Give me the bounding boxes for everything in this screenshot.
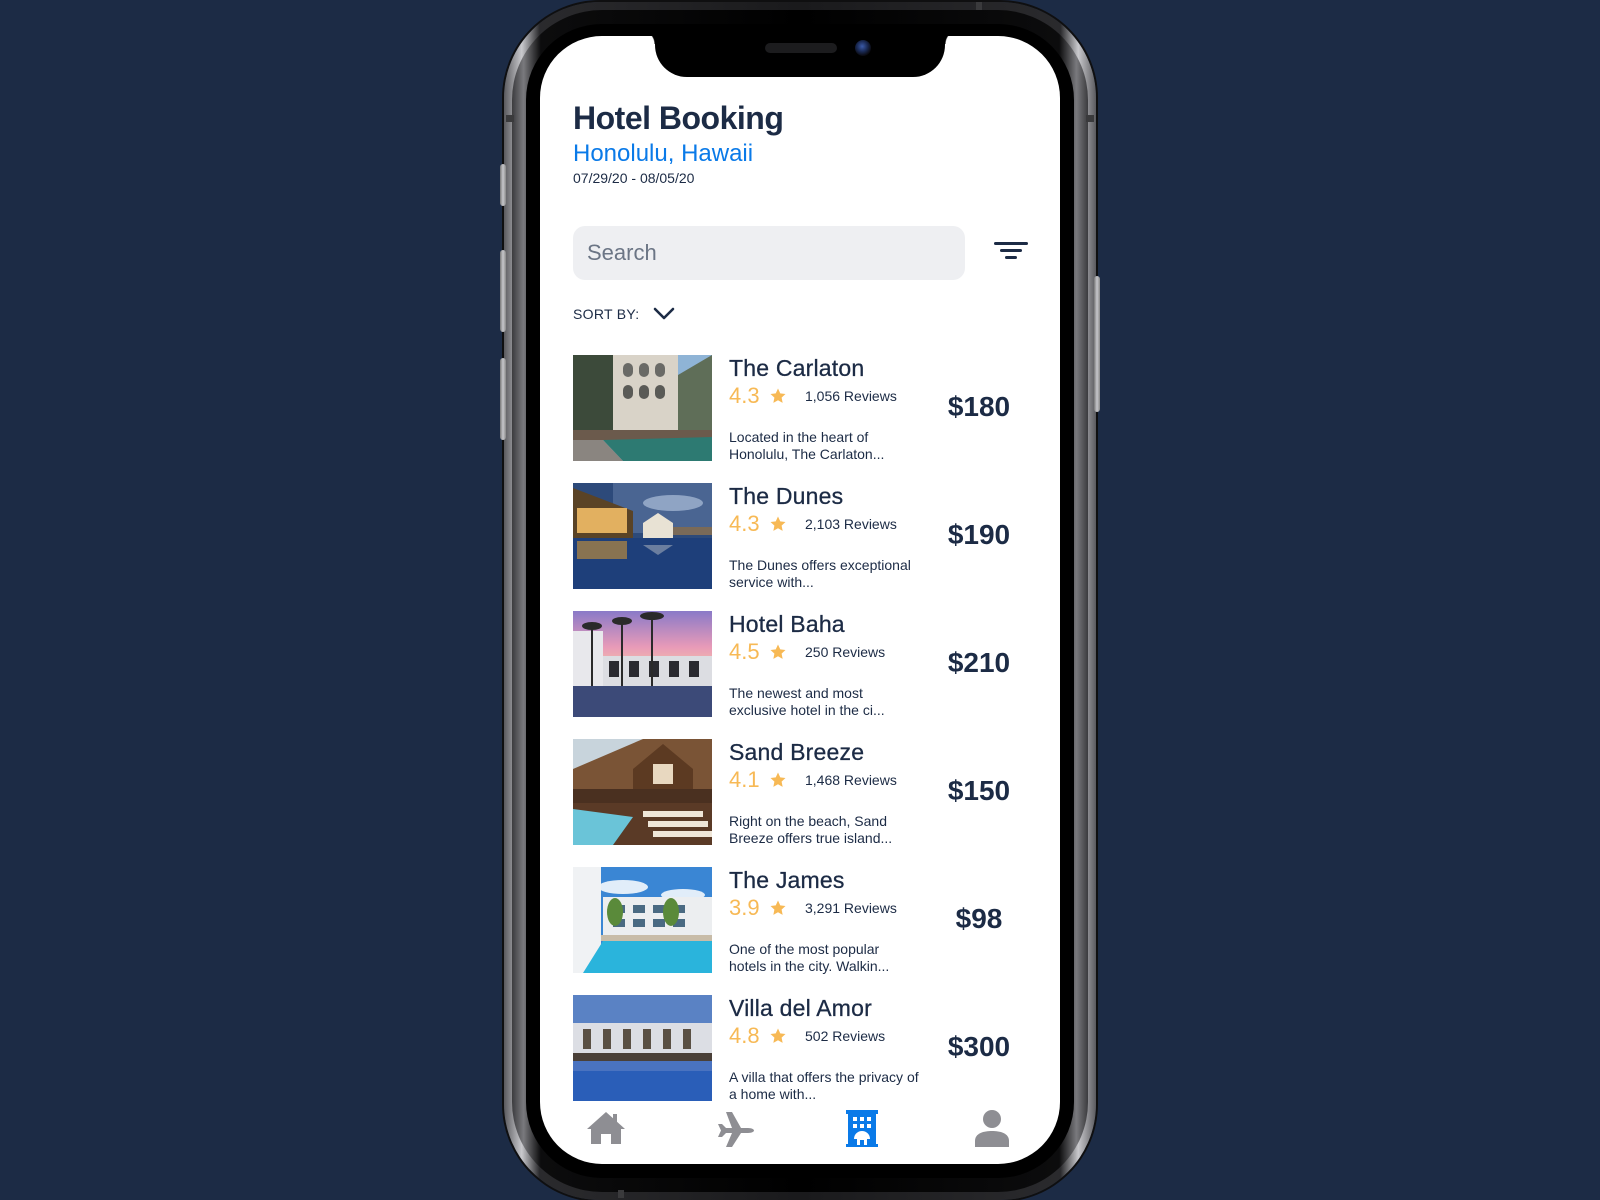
hotel-description: The Dunes offers exceptional service wit… [729, 557, 911, 590]
star-icon [770, 388, 786, 403]
hotel-rating: 4.3 [729, 511, 760, 536]
tab-hotels[interactable] [840, 1108, 884, 1148]
hotel-price: $98 [955, 903, 1003, 934]
user-icon [975, 1110, 1009, 1147]
search-input[interactable] [573, 226, 965, 280]
hotel-photo [573, 739, 712, 845]
star-icon [770, 900, 786, 915]
hotel-name: Villa del Amor [729, 995, 873, 1021]
date-range[interactable]: 07/29/20 - 08/05/20 [573, 170, 694, 186]
review-count[interactable]: 1,468 Reviews [805, 772, 897, 788]
filter-icon [1000, 249, 1022, 252]
front-camera [855, 40, 871, 56]
chevron-down-icon [654, 307, 675, 320]
speaker-grille [765, 43, 837, 53]
hotel-list-item[interactable]: Sand Breeze 4.1 1,468 Reviews Right on t… [573, 739, 1033, 867]
home-icon [587, 1112, 625, 1144]
hotel-price: $300 [947, 1031, 1011, 1062]
stage: Hotel Booking Honolulu, Hawaii 07/29/20 … [0, 0, 1600, 1200]
hotel-photo [573, 611, 712, 717]
volume-down-button [500, 358, 506, 440]
hotel-rating: 3.9 [729, 895, 760, 920]
hotel-building-icon [846, 1110, 878, 1147]
tab-home[interactable] [584, 1108, 628, 1148]
review-count[interactable]: 250 Reviews [805, 644, 885, 660]
hotel-rating: 4.3 [729, 383, 760, 408]
star-icon [770, 1028, 786, 1043]
tab-bar [540, 1108, 1060, 1158]
hotel-photo [573, 995, 712, 1101]
review-count[interactable]: 502 Reviews [805, 1028, 885, 1044]
antenna-line [618, 1190, 624, 1198]
hotel-list-item[interactable]: The James 3.9 3,291 Reviews One of the m… [573, 867, 1033, 995]
hotel-list: The Carlaton 4.3 1,056 Reviews Located i… [573, 355, 1033, 1123]
filter-icon [994, 242, 1028, 245]
hotel-list-item[interactable]: The Carlaton 4.3 1,056 Reviews Located i… [573, 355, 1033, 483]
hotel-price: $190 [947, 519, 1011, 550]
tab-profile[interactable] [970, 1108, 1014, 1148]
sort-label: SORT BY: [573, 306, 640, 322]
star-icon [770, 772, 786, 787]
hotel-name: Sand Breeze [729, 739, 865, 765]
filter-icon [1005, 256, 1017, 259]
hotel-list-item[interactable]: The Dunes 4.3 2,103 Reviews The Dunes of… [573, 483, 1033, 611]
review-count[interactable]: 2,103 Reviews [805, 516, 897, 532]
hotel-price: $150 [947, 775, 1011, 806]
antenna-line [976, 2, 982, 10]
mute-switch [500, 164, 506, 206]
antenna-line [506, 115, 514, 122]
volume-up-button [500, 250, 506, 332]
location-label[interactable]: Honolulu, Hawaii [573, 140, 753, 168]
airplane-icon [718, 1112, 754, 1147]
hotel-rating: 4.5 [729, 639, 760, 664]
hotel-name: Hotel Baha [729, 611, 845, 637]
hotel-list-item[interactable]: Hotel Baha 4.5 250 Reviews The newest an… [573, 611, 1033, 739]
hotel-description: Right on the beach, Sand Breeze offers t… [729, 813, 893, 846]
hotel-rating: 4.1 [729, 767, 760, 792]
review-count[interactable]: 3,291 Reviews [805, 900, 897, 916]
hotel-description: A villa that offers the privacy of a hom… [729, 1069, 919, 1102]
power-button [1094, 276, 1100, 412]
hotel-price: $180 [947, 391, 1011, 422]
sort-dropdown[interactable]: SORT BY: [573, 306, 675, 322]
filter-button[interactable] [990, 236, 1028, 266]
hotel-name: The Carlaton [729, 355, 865, 381]
star-icon [770, 516, 786, 531]
hotel-name: The Dunes [729, 483, 844, 509]
hotel-photo [573, 355, 712, 461]
notch [641, 30, 959, 77]
antenna-line [1086, 115, 1094, 122]
tab-flights[interactable] [712, 1108, 756, 1148]
hotel-description: Located in the heart of Honolulu, The Ca… [729, 429, 885, 462]
hotel-list-item[interactable]: Villa del Amor 4.8 502 Reviews A villa t… [573, 995, 1033, 1123]
hotel-price: $210 [947, 647, 1011, 678]
hotel-rating: 4.8 [729, 1023, 760, 1048]
hotel-photo [573, 867, 712, 973]
hotel-photo [573, 483, 712, 589]
hotel-description: The newest and most exclusive hotel in t… [729, 685, 885, 718]
page-title: Hotel Booking [573, 100, 784, 136]
hotel-name: The James [729, 867, 845, 893]
hotel-description: One of the most popular hotels in the ci… [729, 941, 890, 974]
star-icon [770, 644, 786, 659]
review-count[interactable]: 1,056 Reviews [805, 388, 897, 404]
